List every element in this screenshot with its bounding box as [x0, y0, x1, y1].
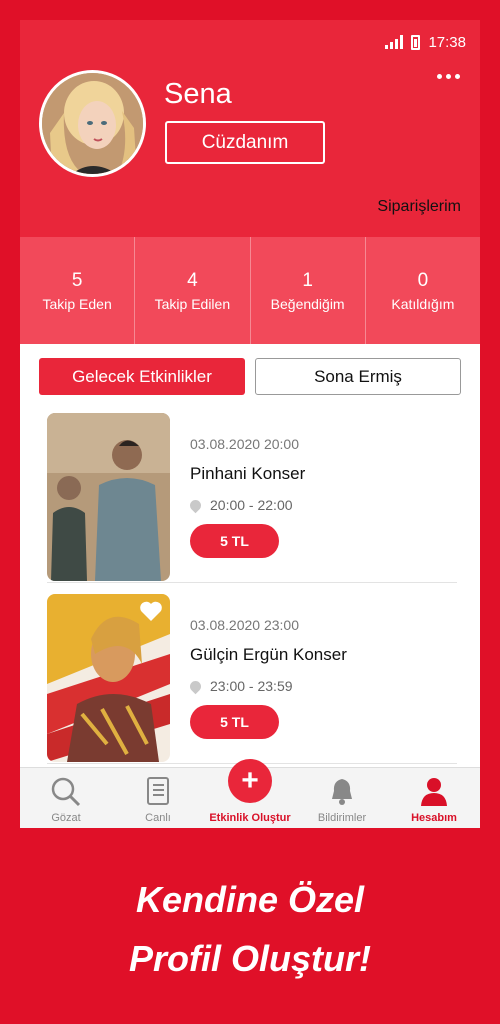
event-price-button[interactable]: 5 TL: [190, 524, 279, 558]
stat-label: Takip Eden: [42, 295, 112, 312]
event-tabs: Gelecek Etkinlikler Sona Ermiş: [39, 358, 461, 395]
stats-bar: 5 Takip Eden 4 Takip Edilen 1 Beğendiğim…: [20, 237, 480, 344]
avatar[interactable]: [39, 70, 146, 177]
status-time: 17:38: [428, 33, 466, 51]
event-price-button[interactable]: 5 TL: [190, 705, 279, 739]
promo-banner: Kendine Özel Profil Oluştur!: [0, 870, 500, 988]
plus-icon: +: [228, 759, 272, 803]
promo-line-2: Profil Oluştur!: [129, 938, 371, 979]
nav-label: Etkinlik Oluştur: [209, 812, 291, 824]
signal-icon: [385, 35, 404, 49]
tab-upcoming-events[interactable]: Gelecek Etkinlikler: [39, 358, 245, 395]
nav-create-event[interactable]: + Etkinlik Oluştur: [204, 759, 296, 828]
event-time-range: 23:00 - 23:59: [210, 678, 293, 694]
nav-label: Bildirimler: [317, 812, 367, 824]
document-icon: [147, 777, 169, 805]
status-bar: 17:38: [385, 32, 466, 52]
nav-label: Canlı: [145, 812, 171, 824]
stat-liked[interactable]: 1 Beğendiğim: [251, 237, 366, 344]
nav-browse[interactable]: Gözat: [20, 768, 112, 828]
profile-header: 17:38 Sena Cüzdanım Siparişlerim: [20, 20, 480, 237]
event-time-range: 20:00 - 22:00: [210, 497, 293, 513]
phone-screen: 17:38 Sena Cüzdanım Siparişlerim 5 Takip…: [20, 20, 480, 828]
stat-following[interactable]: 4 Takip Edilen: [135, 237, 251, 344]
nav-live[interactable]: Canlı: [112, 768, 204, 828]
event-title: Pinhani Konser: [190, 464, 306, 483]
stat-label: Katıldığım: [391, 295, 455, 312]
event-card[interactable]: 03.08.2020 20:00 Pinhani Konser 20:00 - …: [47, 413, 457, 583]
promo-line-1: Kendine Özel: [135, 879, 365, 920]
stat-count: 1: [302, 269, 313, 291]
bottom-navigation: Gözat Canlı + Etkinlik Oluştur Bildiriml…: [20, 759, 480, 828]
bell-icon: [332, 779, 352, 805]
location-pin-icon: [187, 497, 204, 513]
tab-past-events[interactable]: Sona Ermiş: [255, 358, 461, 395]
event-time: 20:00 - 22:00: [187, 497, 293, 513]
more-options-icon[interactable]: [437, 74, 460, 79]
event-date: 03.08.2020 20:00: [190, 436, 299, 452]
stat-attended[interactable]: 0 Katıldığım: [366, 237, 480, 344]
stat-followers[interactable]: 5 Takip Eden: [20, 237, 136, 344]
nav-label: Hesabım: [411, 812, 457, 824]
user-icon: [421, 778, 447, 806]
nav-account[interactable]: Hesabım: [388, 768, 480, 828]
battery-icon: [411, 34, 421, 50]
event-title: Gülçin Ergün Konser: [190, 645, 347, 664]
stat-label: Takip Edilen: [154, 295, 231, 312]
stat-count: 4: [187, 269, 198, 291]
location-pin-icon: [187, 678, 204, 694]
favorite-heart-icon[interactable]: [139, 600, 163, 622]
nav-notifications[interactable]: Bildirimler: [296, 768, 388, 828]
nav-label: Gözat: [51, 812, 81, 824]
wallet-button[interactable]: Cüzdanım: [165, 121, 325, 164]
event-card[interactable]: 03.08.2020 23:00 Gülçin Ergün Konser 23:…: [47, 594, 457, 764]
stat-count: 5: [71, 269, 83, 291]
profile-name: Sena: [164, 78, 232, 110]
event-date: 03.08.2020 23:00: [190, 617, 299, 633]
stat-label: Beğendiğim: [270, 295, 345, 312]
avatar-image: [42, 73, 143, 174]
stat-count: 0: [417, 269, 429, 291]
orders-link[interactable]: Siparişlerim: [377, 198, 461, 216]
search-icon: [51, 777, 81, 807]
event-thumbnail: [47, 594, 170, 762]
event-time: 23:00 - 23:59: [187, 678, 293, 694]
event-thumbnail: [47, 413, 170, 581]
